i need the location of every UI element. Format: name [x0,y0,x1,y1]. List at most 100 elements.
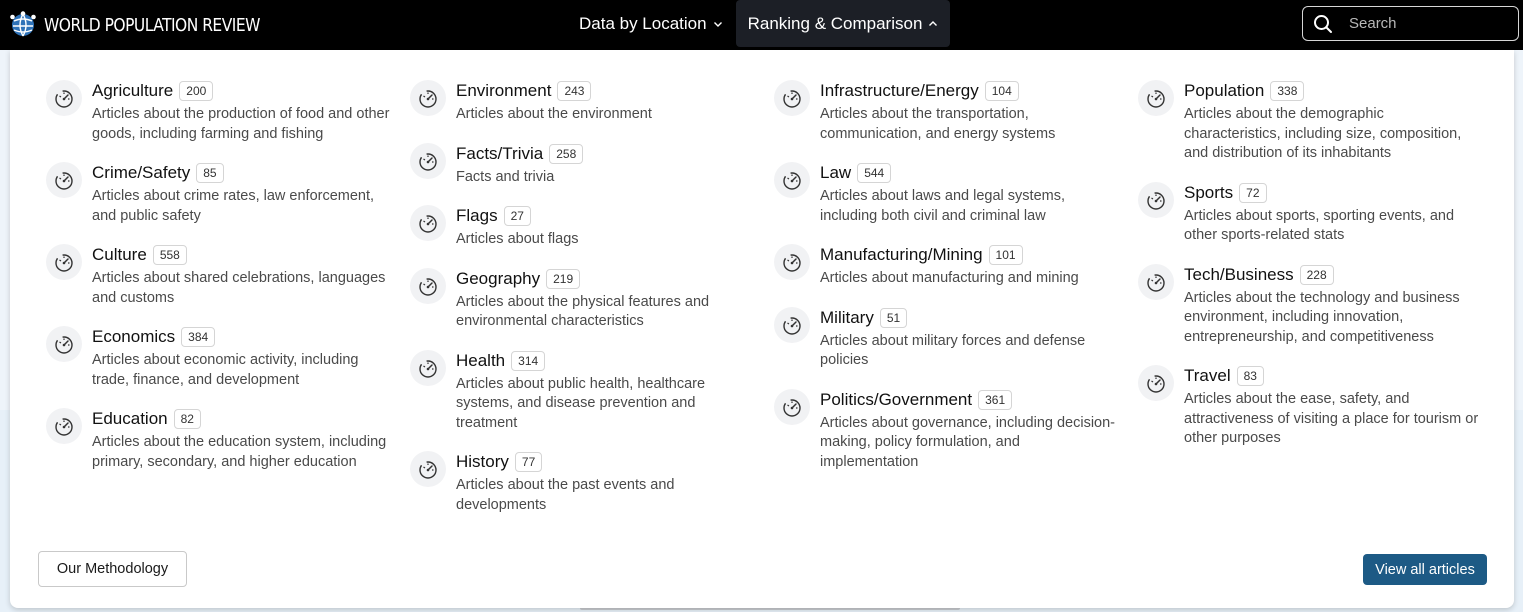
category-body: Health 314 Articles about public health, h… [456,350,756,434]
nav-data-by-location[interactable]: Data by Location [579,0,723,47]
category-title-row: Population 338 [1184,80,1484,102]
ranking-dropdown-panel: Agriculture 200 Articles about the product… [10,50,1514,608]
category-body: Geography 219 Articles about the physical … [456,268,756,332]
category-item[interactable]: Health 314 Articles about public health, h… [410,349,760,434]
category-item[interactable]: Agriculture 200 Articles about the product… [46,80,396,144]
category-column: Population 338 Articles about the demograp… [1138,80,1488,467]
article-count-badge: 82 [173,409,201,429]
globe-people-icon [10,11,36,37]
category-description: Articles about the education system, inc… [92,434,387,470]
category-body: Politics/Government 361 Articles about gov… [820,389,1120,473]
category-title[interactable]: Law [820,163,851,183]
category-title[interactable]: Health [456,351,505,371]
category-title[interactable]: Facts/Trivia [456,144,543,164]
category-item[interactable]: Sports 72 Articles about sports, sporting … [1138,181,1488,246]
category-title-row: Geography 219 [456,268,756,290]
article-count-badge: 200 [179,81,214,101]
category-body: Flags 27 Articles about flags [456,205,756,250]
category-item[interactable]: Population 338 Articles about the demograp… [1138,80,1488,164]
gauge-icon [46,408,82,444]
search-icon [1314,14,1332,33]
article-count-badge: 101 [988,245,1023,265]
article-count-badge: 361 [978,389,1013,410]
category-item[interactable]: Flags 27 Articles about flags [410,205,760,250]
category-item[interactable]: History 77 Articles about the past events … [410,451,760,515]
gauge-icon [1138,365,1174,401]
site-logo[interactable]: WORLD POPULATION REVIEW [9,11,295,39]
category-item[interactable]: Law 544 Articles about laws and legal syst… [774,162,1124,226]
category-description: Articles about flags [456,231,579,247]
category-title[interactable]: Infrastructure/Energy [820,81,979,101]
gauge-icon [774,244,810,280]
our-methodology-button[interactable]: Our Methodology [38,551,187,587]
category-item[interactable]: Politics/Government 361 Articles about gov… [774,388,1124,473]
category-title[interactable]: Manufacturing/Mining [820,245,983,265]
category-body: Sports 72 Articles about sports, sporting … [1184,182,1484,246]
article-count-badge: 83 [1236,366,1264,386]
category-item[interactable]: Infrastructure/Energy 104 Articles about t… [774,80,1124,144]
category-body: Infrastructure/Energy 104 Articles about t… [820,80,1120,144]
category-item[interactable]: Manufacturing/Mining 101 Articles about ma… [774,244,1124,289]
article-count-badge: 219 [546,268,581,289]
chevron-down-icon [713,21,722,27]
category-title-row: Facts/Trivia 258 [456,143,756,165]
category-title[interactable]: Politics/Government [820,390,972,410]
nav-ranking-comparison[interactable]: Ranking & Comparison [736,0,950,47]
category-title[interactable]: Population [1184,81,1264,101]
category-item[interactable]: Military 51 Articles about military forces… [774,306,1124,371]
category-title[interactable]: Economics [92,327,175,347]
gauge-icon [410,349,446,386]
category-title[interactable]: Agriculture [92,81,173,101]
category-item[interactable]: Environment 243 Articles about the environ… [410,80,760,125]
category-item[interactable]: Travel 83 Articles about the ease, safety,… [1138,365,1488,449]
category-title[interactable]: Geography [456,269,540,289]
category-body: Travel 83 Articles about the ease, safety,… [1184,365,1484,449]
category-title-row: Education 82 [92,408,392,430]
article-count-badge: 314 [511,350,546,371]
category-title[interactable]: Education [92,409,168,429]
gauge-icon [410,80,446,116]
category-title-row: Culture 558 [92,244,392,266]
category-title[interactable]: Travel [1184,366,1231,386]
view-all-articles-button[interactable]: View all articles [1363,554,1487,585]
gauge-icon [46,80,82,116]
category-item[interactable]: Crime/Safety 85 Articles about crime rates… [46,162,396,226]
article-count-badge: 77 [514,452,543,472]
article-count-badge: 51 [879,307,908,328]
category-title[interactable]: Tech/Business [1184,265,1294,285]
category-title[interactable]: Flags [456,206,498,226]
search-input[interactable] [1347,14,1511,33]
category-column: Agriculture 200 Articles about the product… [46,80,396,490]
category-item[interactable]: Education 82 Articles about the education … [46,408,396,472]
search-box[interactable] [1302,6,1519,41]
category-title[interactable]: Environment [456,81,551,101]
category-title[interactable]: Military [820,308,874,328]
category-description: Articles about the production of food an… [92,106,390,142]
category-title-row: Flags 27 [456,205,756,227]
category-description: Articles about military forces and defen… [820,332,1086,369]
category-item[interactable]: Tech/Business 228 Articles about the techn… [1138,263,1488,348]
category-title[interactable]: History [456,452,509,472]
category-item[interactable]: Facts/Trivia 258 Facts and trivia [410,142,760,188]
category-description: Articles about economic activity, includ… [92,352,359,388]
category-title-row: Politics/Government 361 [820,389,1120,411]
category-description: Articles about the ease, safety, and att… [1184,391,1479,446]
category-title-row: Agriculture 200 [92,80,392,102]
category-title[interactable]: Crime/Safety [92,163,190,183]
category-item[interactable]: Economics 384 Articles about economic acti… [46,326,396,390]
category-body: Crime/Safety 85 Articles about crime rates… [92,162,392,226]
category-description: Articles about public health, healthcare… [456,375,706,431]
category-description: Articles about sports, sporting events, … [1184,207,1455,244]
category-title[interactable]: Culture [92,245,147,265]
category-title-row: Military 51 [820,307,1120,329]
category-column: Infrastructure/Energy 104 Articles about t… [774,80,1124,490]
category-description: Articles about the physical features and… [456,293,710,330]
gauge-icon [46,326,82,362]
category-title[interactable]: Sports [1184,183,1233,203]
category-title-row: Tech/Business 228 [1184,264,1484,286]
category-item[interactable]: Culture 558 Articles about shared celebrat… [46,244,396,308]
article-count-badge: 228 [1299,264,1334,285]
category-body: History 77 Articles about the past events … [456,451,756,515]
category-item[interactable]: Geography 219 Articles about the physical … [410,267,760,332]
category-description: Articles about the technology and busine… [1184,289,1460,345]
